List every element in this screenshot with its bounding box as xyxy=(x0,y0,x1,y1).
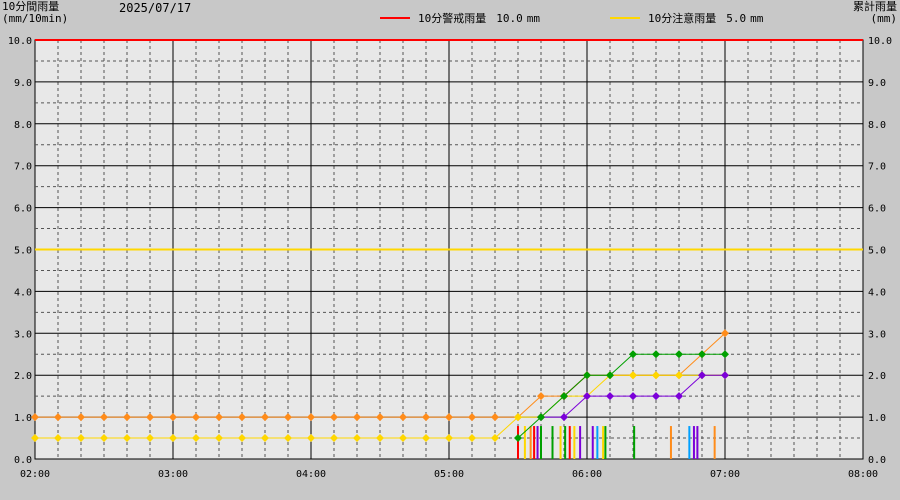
interval-bar xyxy=(692,426,695,459)
y-tick-label-right: 2.0 xyxy=(868,371,886,382)
interval-bar xyxy=(596,426,599,459)
y-tick-label-right: 7.0 xyxy=(868,162,886,173)
interval-bar xyxy=(633,426,636,459)
y-tick-label-left: 3.0 xyxy=(14,329,32,340)
y-tick-label-left: 2.0 xyxy=(14,371,32,382)
interval-bar xyxy=(551,426,554,459)
interval-bar xyxy=(591,426,594,459)
x-tick-label: 04:00 xyxy=(296,469,326,480)
interval-bar xyxy=(540,426,542,459)
rainfall-chart: 0.0 0.0 1.0 1.0 2.0 2.0 3.0 3.0 4.0 4.0 5.0 5.0 6.0 6… xyxy=(8,36,892,480)
interval-bar xyxy=(573,426,576,459)
y-tick-label-left: 0.0 xyxy=(14,455,32,466)
y-tick-label-left: 6.0 xyxy=(14,204,32,215)
y-tick-label-left: 10.0 xyxy=(8,36,32,47)
y-tick-label-right: 6.0 xyxy=(868,204,886,215)
interval-bar xyxy=(517,426,519,459)
interval-bar xyxy=(564,426,567,459)
y-tick-label-right: 0.0 xyxy=(868,455,886,466)
interval-bar xyxy=(579,426,582,459)
y-tick-label-left: 7.0 xyxy=(14,162,32,173)
y-tick-label-left: 5.0 xyxy=(14,246,32,257)
interval-bar xyxy=(669,426,672,459)
y-tick-label-right: 3.0 xyxy=(868,329,886,340)
x-tick-label: 03:00 xyxy=(158,469,188,480)
interval-bar xyxy=(536,426,539,459)
x-tick-label: 02:00 xyxy=(20,469,50,480)
x-tick-label: 08:00 xyxy=(848,469,878,480)
interval-bar xyxy=(533,426,536,459)
y-tick-label-right: 8.0 xyxy=(868,120,886,131)
y-tick-label-left: 8.0 xyxy=(14,120,32,131)
interval-bar xyxy=(602,426,605,459)
interval-bar xyxy=(713,426,716,459)
y-tick-label-right: 9.0 xyxy=(868,78,886,89)
y-tick-label-right: 5.0 xyxy=(868,246,886,257)
y-tick-label-left: 9.0 xyxy=(14,78,32,89)
interval-bar xyxy=(604,426,607,459)
interval-bar xyxy=(559,426,562,459)
y-tick-label-right: 4.0 xyxy=(868,287,886,298)
x-tick-label: 07:00 xyxy=(710,469,740,480)
x-tick-label: 06:00 xyxy=(572,469,602,480)
interval-bar xyxy=(696,426,699,459)
interval-bar xyxy=(529,426,532,459)
y-tick-label-left: 1.0 xyxy=(14,413,32,424)
y-tick-label-left: 4.0 xyxy=(14,287,32,298)
interval-bar xyxy=(688,426,691,459)
x-tick-label: 05:00 xyxy=(434,469,464,480)
interval-bar xyxy=(568,426,571,459)
y-tick-label-right: 10.0 xyxy=(868,36,892,47)
y-tick-label-right: 1.0 xyxy=(868,413,886,424)
